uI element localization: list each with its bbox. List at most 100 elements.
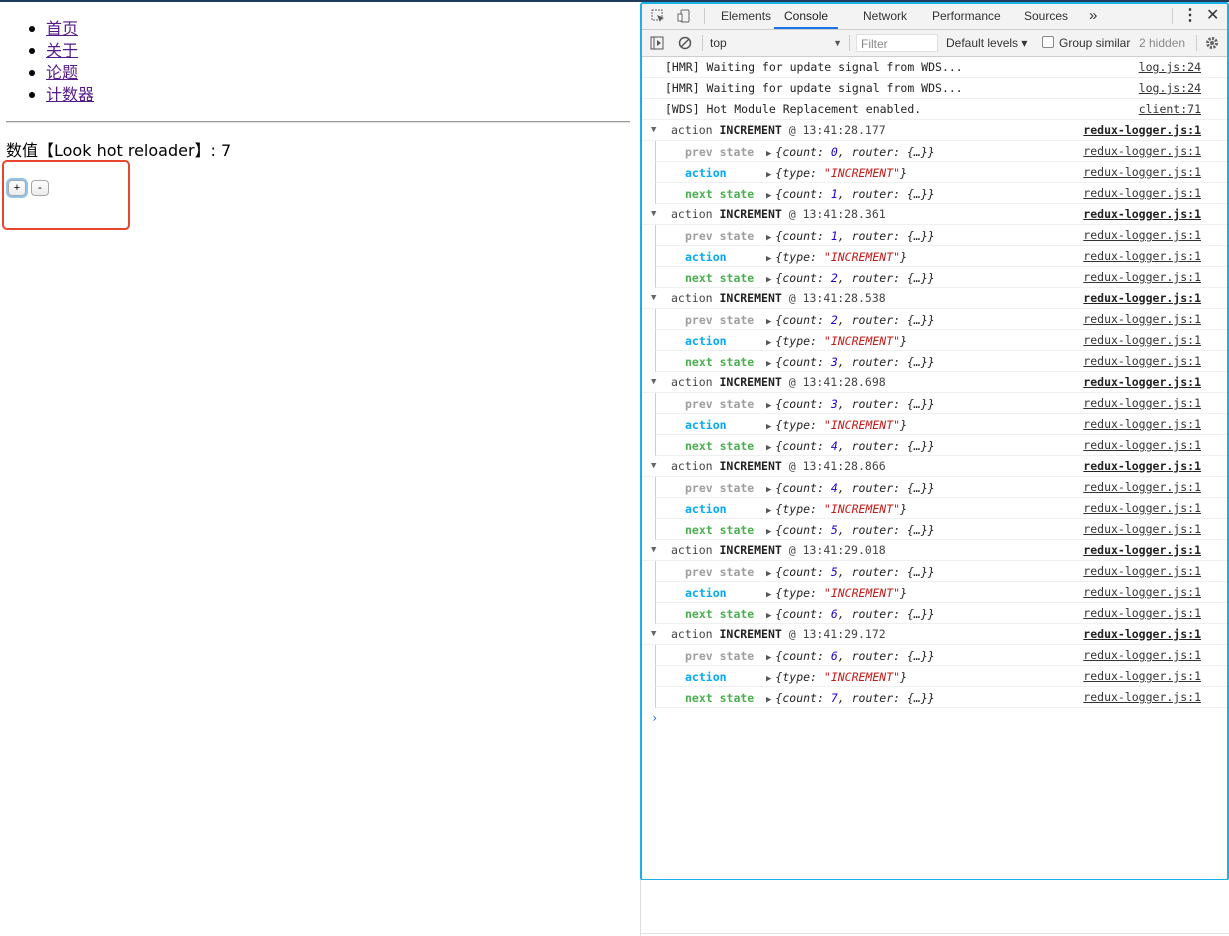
close-icon[interactable]: ✕ — [1206, 4, 1219, 28]
console-prompt-row[interactable]: › — [642, 708, 1227, 728]
expand-triangle-icon[interactable]: ▶ — [766, 653, 771, 663]
expand-triangle-icon[interactable]: ▶ — [766, 527, 771, 537]
log-source-link[interactable]: redux-logger.js:1 — [1083, 309, 1201, 329]
nav-link-about[interactable]: 关于 — [46, 41, 78, 60]
expand-triangle-icon[interactable]: ▶ — [766, 506, 771, 516]
log-source-link[interactable]: redux-logger.js:1 — [1083, 561, 1201, 581]
log-source-link[interactable]: redux-logger.js:1 — [1083, 120, 1201, 140]
object-preview[interactable]: ▶ {type: "INCREMENT"} — [766, 331, 907, 353]
expand-triangle-icon[interactable]: ▶ — [766, 338, 771, 348]
log-group-header[interactable]: ▼ action INCREMENT @ 13:41:28.361 redux-lo… — [642, 204, 1227, 225]
object-preview[interactable]: ▶ {count: 6, router: {…}} — [766, 646, 935, 668]
log-source-link[interactable]: log.js:24 — [1139, 78, 1201, 98]
log-source-link[interactable]: redux-logger.js:1 — [1083, 393, 1201, 413]
log-source-link[interactable]: redux-logger.js:1 — [1083, 456, 1201, 476]
object-preview[interactable]: ▶ {count: 1, router: {…}} — [766, 184, 935, 206]
expand-triangle-icon[interactable]: ▼ — [651, 120, 656, 140]
expand-triangle-icon[interactable]: ▶ — [766, 233, 771, 243]
object-preview[interactable]: ▶ {count: 4, router: {…}} — [766, 478, 935, 500]
expand-triangle-icon[interactable]: ▶ — [766, 485, 771, 495]
expand-triangle-icon[interactable]: ▶ — [766, 443, 771, 453]
log-source-link[interactable]: redux-logger.js:1 — [1083, 162, 1201, 182]
log-source-link[interactable]: redux-logger.js:1 — [1083, 498, 1201, 518]
nav-link-counter[interactable]: 计数器 — [46, 85, 94, 104]
log-source-link[interactable]: redux-logger.js:1 — [1083, 477, 1201, 497]
log-source-link[interactable]: redux-logger.js:1 — [1083, 687, 1201, 707]
log-source-link[interactable]: redux-logger.js:1 — [1083, 372, 1201, 392]
expand-triangle-icon[interactable]: ▶ — [766, 191, 771, 201]
filter-input[interactable]: Filter — [856, 34, 938, 52]
object-preview[interactable]: ▶ {type: "INCREMENT"} — [766, 583, 907, 605]
log-source-link[interactable]: redux-logger.js:1 — [1083, 645, 1201, 665]
log-source-link[interactable]: redux-logger.js:1 — [1083, 519, 1201, 539]
object-preview[interactable]: ▶ {count: 0, router: {…}} — [766, 142, 935, 164]
expand-triangle-icon[interactable]: ▶ — [766, 674, 771, 684]
more-tabs-icon[interactable]: » — [1089, 4, 1097, 28]
object-preview[interactable]: ▶ {count: 6, router: {…}} — [766, 604, 935, 626]
log-source-link[interactable]: redux-logger.js:1 — [1083, 267, 1201, 287]
log-source-link[interactable]: redux-logger.js:1 — [1083, 183, 1201, 203]
log-source-link[interactable]: redux-logger.js:1 — [1083, 351, 1201, 371]
log-source-link[interactable]: redux-logger.js:1 — [1083, 624, 1201, 644]
expand-triangle-icon[interactable]: ▶ — [766, 422, 771, 432]
expand-triangle-icon[interactable]: ▶ — [766, 590, 771, 600]
clear-console-icon[interactable] — [678, 36, 692, 50]
tab-elements[interactable]: Elements — [721, 4, 771, 28]
expand-triangle-icon[interactable]: ▼ — [651, 624, 656, 644]
log-group-header[interactable]: ▼ action INCREMENT @ 13:41:28.538 redux-lo… — [642, 288, 1227, 309]
log-source-link[interactable]: log.js:24 — [1139, 57, 1201, 77]
expand-triangle-icon[interactable]: ▶ — [766, 359, 771, 369]
expand-triangle-icon[interactable]: ▼ — [651, 540, 656, 560]
expand-triangle-icon[interactable]: ▶ — [766, 275, 771, 285]
log-source-link[interactable]: redux-logger.js:1 — [1083, 288, 1201, 308]
object-preview[interactable]: ▶ {count: 2, router: {…}} — [766, 268, 935, 290]
expand-triangle-icon[interactable]: ▶ — [766, 254, 771, 264]
kebab-menu-icon[interactable]: ⋮ — [1182, 4, 1198, 28]
inspect-element-icon[interactable] — [651, 9, 665, 23]
object-preview[interactable]: ▶ {count: 7, router: {…}} — [766, 688, 935, 710]
log-group-header[interactable]: ▼ action INCREMENT @ 13:41:28.177 redux-lo… — [642, 120, 1227, 141]
log-group-header[interactable]: ▼ action INCREMENT @ 13:41:29.018 redux-lo… — [642, 540, 1227, 561]
expand-triangle-icon[interactable]: ▼ — [651, 372, 656, 392]
decrement-button[interactable]: - — [31, 180, 49, 196]
object-preview[interactable]: ▶ {type: "INCREMENT"} — [766, 247, 907, 269]
object-preview[interactable]: ▶ {type: "INCREMENT"} — [766, 499, 907, 521]
expand-triangle-icon[interactable]: ▼ — [651, 288, 656, 308]
expand-triangle-icon[interactable]: ▶ — [766, 401, 771, 411]
increment-button[interactable]: + — [8, 180, 26, 196]
object-preview[interactable]: ▶ {count: 5, router: {…}} — [766, 520, 935, 542]
expand-triangle-icon[interactable]: ▶ — [766, 569, 771, 579]
log-source-link[interactable]: redux-logger.js:1 — [1083, 540, 1201, 560]
group-similar-checkbox[interactable] — [1042, 36, 1054, 48]
sidebar-toggle-icon[interactable] — [650, 36, 664, 50]
tab-sources[interactable]: Sources — [1024, 4, 1068, 28]
expand-triangle-icon[interactable]: ▶ — [766, 695, 771, 705]
object-preview[interactable]: ▶ {type: "INCREMENT"} — [766, 163, 907, 185]
group-similar-toggle[interactable]: Group similar — [1042, 34, 1130, 52]
tab-performance[interactable]: Performance — [932, 4, 1001, 28]
nav-link-home[interactable]: 首页 — [46, 19, 78, 38]
expand-triangle-icon[interactable]: ▶ — [766, 317, 771, 327]
object-preview[interactable]: ▶ {count: 3, router: {…}} — [766, 352, 935, 374]
expand-triangle-icon[interactable]: ▼ — [651, 204, 656, 224]
log-source-link[interactable]: redux-logger.js:1 — [1083, 141, 1201, 161]
object-preview[interactable]: ▶ {count: 4, router: {…}} — [766, 436, 935, 458]
log-group-header[interactable]: ▼ action INCREMENT @ 13:41:28.698 redux-lo… — [642, 372, 1227, 393]
expand-triangle-icon[interactable]: ▶ — [766, 149, 771, 159]
log-source-link[interactable]: redux-logger.js:1 — [1083, 414, 1201, 434]
log-source-link[interactable]: redux-logger.js:1 — [1083, 204, 1201, 224]
log-source-link[interactable]: redux-logger.js:1 — [1083, 435, 1201, 455]
device-toolbar-icon[interactable] — [677, 9, 691, 23]
settings-gear-icon[interactable] — [1205, 36, 1219, 50]
log-source-link[interactable]: redux-logger.js:1 — [1083, 603, 1201, 623]
expand-triangle-icon[interactable]: ▼ — [651, 456, 656, 476]
expand-triangle-icon[interactable]: ▶ — [766, 170, 771, 180]
log-source-link[interactable]: client:71 — [1139, 99, 1201, 119]
object-preview[interactable]: ▶ {type: "INCREMENT"} — [766, 415, 907, 437]
object-preview[interactable]: ▶ {count: 5, router: {…}} — [766, 562, 935, 584]
log-group-header[interactable]: ▼ action INCREMENT @ 13:41:29.172 redux-lo… — [642, 624, 1227, 645]
log-source-link[interactable]: redux-logger.js:1 — [1083, 225, 1201, 245]
context-select[interactable]: top ▼ — [710, 34, 844, 52]
log-source-link[interactable]: redux-logger.js:1 — [1083, 246, 1201, 266]
log-group-header[interactable]: ▼ action INCREMENT @ 13:41:28.866 redux-lo… — [642, 456, 1227, 477]
